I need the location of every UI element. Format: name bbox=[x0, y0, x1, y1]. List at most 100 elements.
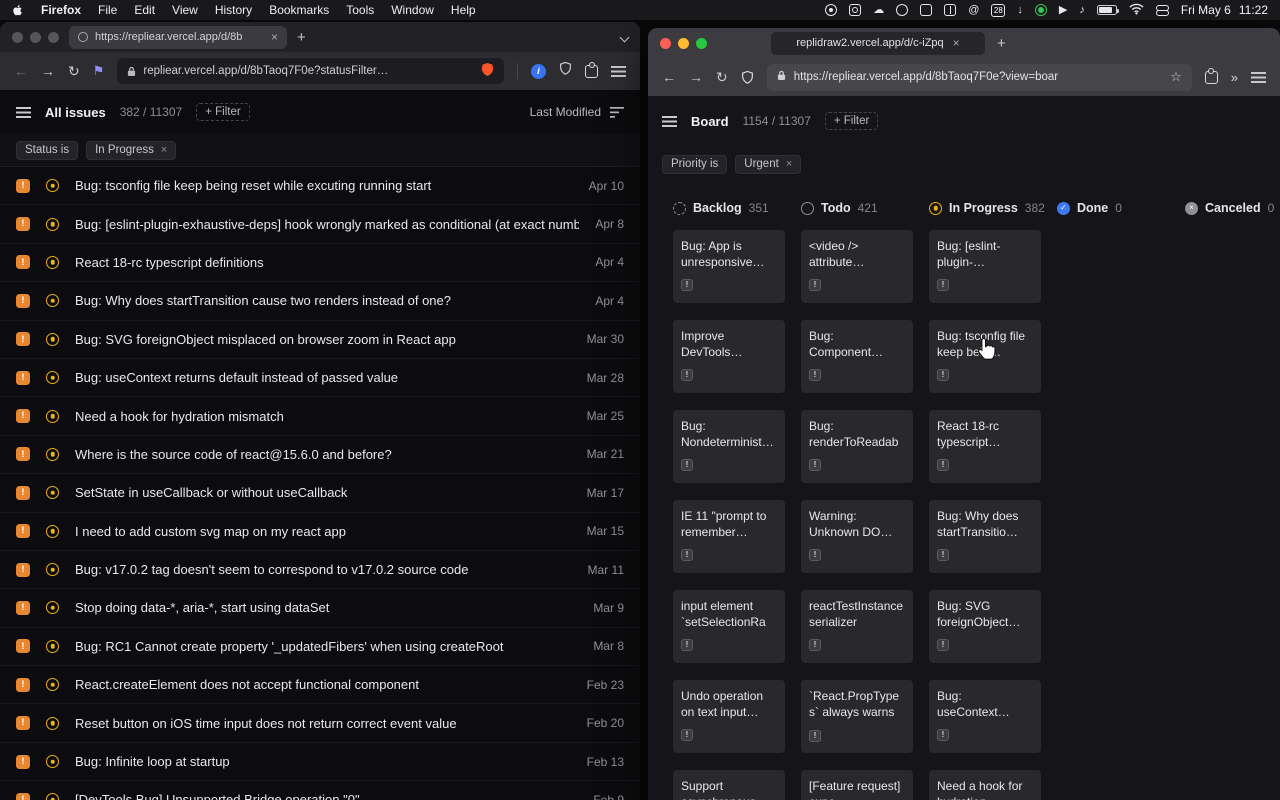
issue-row[interactable]: ! I need to add custom svg map on my rea… bbox=[0, 513, 640, 551]
beverage-icon[interactable] bbox=[896, 4, 908, 16]
issue-row[interactable]: ! Where is the source code of react@15.6… bbox=[0, 436, 640, 474]
browser-tab[interactable]: https://repliear.vercel.app/d/8b × bbox=[69, 26, 287, 49]
menu-icon[interactable] bbox=[1251, 71, 1266, 83]
docker-icon[interactable] bbox=[920, 4, 932, 16]
brave-shield-icon[interactable] bbox=[481, 62, 494, 80]
issue-card[interactable]: Bug: renderToReadab ! bbox=[801, 410, 913, 483]
extensions-icon[interactable] bbox=[1205, 71, 1218, 84]
minimize-window-button[interactable] bbox=[678, 38, 689, 49]
remove-filter-icon[interactable]: × bbox=[786, 158, 792, 170]
remove-filter-icon[interactable]: × bbox=[161, 144, 167, 156]
issue-row[interactable]: ! Reset button on iOS time input does no… bbox=[0, 704, 640, 742]
issue-card[interactable]: <video /> attribute… ! bbox=[801, 230, 913, 303]
sidebar-toggle-icon[interactable] bbox=[16, 106, 31, 118]
issue-card[interactable]: reactTestInstance serializer ! bbox=[801, 590, 913, 663]
menu-edit[interactable]: Edit bbox=[134, 3, 155, 17]
filter-value-chip[interactable]: Urgent × bbox=[735, 155, 801, 174]
reload-icon[interactable]: ↻ bbox=[68, 64, 80, 78]
zoom-window-button[interactable] bbox=[48, 32, 59, 43]
tab-list-chevron-icon[interactable] bbox=[621, 28, 628, 46]
menu-bookmarks[interactable]: Bookmarks bbox=[269, 3, 329, 17]
issue-card[interactable]: Need a hook for hydration… ! bbox=[929, 770, 1041, 800]
issue-row[interactable]: ! React 18-rc typescript definitions Apr… bbox=[0, 244, 640, 282]
menubar-clock[interactable]: Fri May 6 11:22 bbox=[1181, 3, 1268, 17]
add-filter-button[interactable]: + Filter bbox=[196, 103, 249, 121]
filter-field-chip[interactable]: Priority is bbox=[662, 155, 727, 174]
cloud-icon[interactable]: ☁ bbox=[873, 5, 884, 16]
menu-view[interactable]: View bbox=[172, 3, 198, 17]
calendar-date-icon[interactable]: 28 bbox=[991, 4, 1005, 17]
new-tab-button[interactable]: + bbox=[997, 36, 1006, 51]
issue-card[interactable]: Bug: SVG foreignObject… ! bbox=[929, 590, 1041, 663]
close-window-button[interactable] bbox=[660, 38, 671, 49]
forward-icon[interactable]: → bbox=[689, 70, 703, 84]
issue-card[interactable]: Bug: useContext… ! bbox=[929, 680, 1041, 753]
issue-card[interactable]: Undo operation on text input… ! bbox=[673, 680, 785, 753]
issue-row[interactable]: ! [DevTools Bug] Unsupported Bridge oper… bbox=[0, 781, 640, 800]
menu-history[interactable]: History bbox=[215, 3, 252, 17]
issue-card[interactable]: Bug: App is unresponsive… ! bbox=[673, 230, 785, 303]
wifi-icon[interactable] bbox=[1129, 3, 1144, 18]
filter-field-chip[interactable]: Status is bbox=[16, 141, 78, 160]
add-filter-button[interactable]: + Filter bbox=[825, 112, 878, 130]
sidebar-toggle-icon[interactable] bbox=[662, 115, 677, 127]
issue-card[interactable]: IE 11 "prompt to remember… ! bbox=[673, 500, 785, 573]
issue-card[interactable]: [Feature request] expo… ! bbox=[801, 770, 913, 800]
issue-row[interactable]: ! SetState in useCallback or without use… bbox=[0, 474, 640, 512]
close-window-button[interactable] bbox=[12, 32, 23, 43]
issue-card[interactable]: Bug: [eslint-plugin-… ! bbox=[929, 230, 1041, 303]
issue-row[interactable]: ! Bug: useContext returns default instea… bbox=[0, 359, 640, 397]
apple-menu-icon[interactable] bbox=[12, 3, 24, 17]
new-tab-button[interactable]: + bbox=[297, 30, 306, 45]
menu-file[interactable]: File bbox=[98, 3, 117, 17]
issue-row[interactable]: ! Need a hook for hydration mismatch Mar… bbox=[0, 397, 640, 435]
play-icon[interactable]: ▶ bbox=[1059, 5, 1067, 16]
issue-row[interactable]: ! Bug: Infinite loop at startup Feb 13 bbox=[0, 743, 640, 781]
tab-close-icon[interactable]: × bbox=[953, 36, 960, 50]
browser-tab[interactable]: replidraw2.vercel.app/d/c-iZpq × bbox=[771, 32, 985, 55]
issue-row[interactable]: ! Bug: [eslint-plugin-exhaustive-deps] h… bbox=[0, 205, 640, 243]
issue-row[interactable]: ! Bug: Why does startTransition cause tw… bbox=[0, 282, 640, 320]
issue-card[interactable]: Bug: Nondeterminist… ! bbox=[673, 410, 785, 483]
filter-value-chip[interactable]: In Progress × bbox=[86, 141, 176, 160]
issue-row[interactable]: ! Stop doing data-*, aria-*, start using… bbox=[0, 589, 640, 627]
window-controls[interactable] bbox=[12, 32, 59, 43]
issue-card[interactable]: Support asynchronous… ! bbox=[673, 770, 785, 800]
forward-icon[interactable]: → bbox=[41, 64, 55, 78]
tab-close-icon[interactable]: × bbox=[271, 30, 278, 44]
extensions-icon[interactable] bbox=[585, 65, 598, 78]
menu-tools[interactable]: Tools bbox=[346, 3, 374, 17]
bookmark-star-icon[interactable]: ☆ bbox=[1170, 69, 1182, 85]
download-icon[interactable]: ↓ bbox=[1017, 5, 1023, 16]
window-controls[interactable] bbox=[660, 38, 707, 49]
issue-card[interactable]: Bug: tsconfig file keep bein… ! bbox=[929, 320, 1041, 393]
display-icon[interactable] bbox=[944, 4, 956, 16]
at-icon[interactable]: @ bbox=[968, 5, 979, 16]
info-icon[interactable]: i bbox=[531, 64, 546, 79]
overflow-chevrons-icon[interactable]: » bbox=[1231, 70, 1238, 85]
issue-card[interactable]: Improve DevTools… ! bbox=[673, 320, 785, 393]
issue-row[interactable]: ! Bug: tsconfig file keep being reset wh… bbox=[0, 167, 640, 205]
issue-row[interactable]: ! Bug: v17.0.2 tag doesn't seem to corre… bbox=[0, 551, 640, 589]
menubar-app-name[interactable]: Firefox bbox=[41, 3, 81, 17]
screen-record-icon[interactable] bbox=[825, 4, 837, 16]
control-center-icon[interactable] bbox=[1156, 5, 1169, 16]
sort-label[interactable]: Last Modified bbox=[530, 105, 601, 119]
volume-icon[interactable]: ♪ bbox=[1079, 5, 1085, 16]
address-bar[interactable]: repliear.vercel.app/d/8bTaoq7F0e?statusF… bbox=[117, 58, 504, 84]
issue-card[interactable]: `React.PropTypes` always warns ab… ! bbox=[801, 680, 913, 753]
bookmark-flag-icon[interactable]: ⚑ bbox=[93, 63, 105, 79]
issue-row[interactable]: ! React.createElement does not accept fu… bbox=[0, 666, 640, 704]
battery-icon[interactable] bbox=[1097, 5, 1117, 15]
zoom-window-button[interactable] bbox=[696, 38, 707, 49]
issue-card[interactable]: Bug: Why does startTransitio… ! bbox=[929, 500, 1041, 573]
privacy-shield-icon[interactable] bbox=[559, 61, 572, 81]
reload-icon[interactable]: ↻ bbox=[716, 70, 728, 84]
sort-icon[interactable] bbox=[610, 107, 624, 118]
menu-help[interactable]: Help bbox=[451, 3, 476, 17]
issue-card[interactable]: React 18-rc typescript… ! bbox=[929, 410, 1041, 483]
address-bar[interactable]: https://repliear.vercel.app/d/8bTaoq7F0e… bbox=[767, 64, 1192, 91]
menu-icon[interactable] bbox=[611, 65, 626, 77]
issue-card[interactable]: Warning: Unknown DO… ! bbox=[801, 500, 913, 573]
issue-card[interactable]: Bug: Component… ! bbox=[801, 320, 913, 393]
